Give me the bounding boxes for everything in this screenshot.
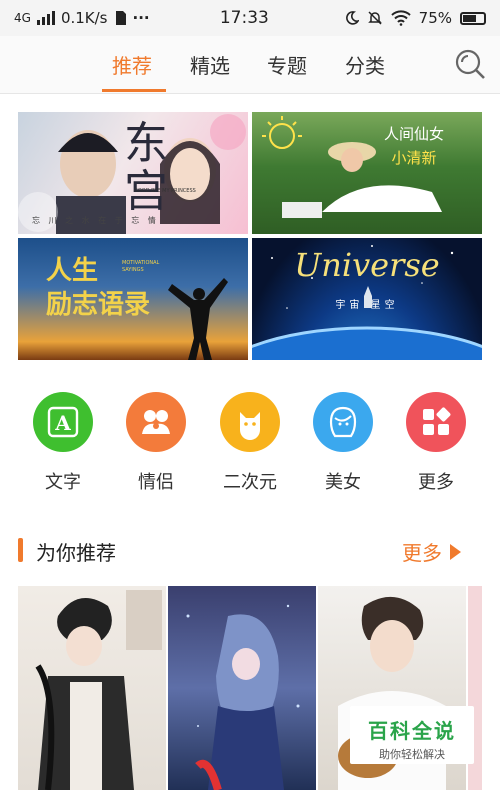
category-label: 文字 bbox=[45, 472, 81, 493]
wallpaper-card[interactable] bbox=[18, 586, 166, 790]
clock: 17:33 bbox=[219, 8, 269, 28]
moon-icon bbox=[345, 11, 359, 25]
silhouette-figure bbox=[168, 278, 228, 360]
wallpaper-card[interactable] bbox=[168, 586, 316, 790]
section-title: 为你推荐 bbox=[36, 541, 116, 565]
watermark-logo: 百科全说 助你轻松解决 bbox=[350, 706, 474, 764]
svg-text:A: A bbox=[54, 411, 71, 435]
banner-eastern-palace[interactable]: 东宫 GOOD BYE MY PRINCESS 忘 川 之 水 在 于 忘 情 bbox=[18, 112, 248, 234]
text-a-icon: A bbox=[33, 392, 93, 452]
anime-girl-art bbox=[186, 604, 300, 790]
couple-icon bbox=[126, 392, 186, 452]
network-speed: 0.1K/s bbox=[60, 9, 108, 27]
arrow-right-icon bbox=[450, 543, 461, 560]
category-label: 二次元 bbox=[223, 472, 277, 493]
top-tab-bar: 推荐 精选 专题 分类 bbox=[0, 36, 500, 94]
sim-icon bbox=[115, 11, 126, 25]
banner-motivational[interactable]: 人生 励志语录 MOTIVATIONAL SAYINGS bbox=[18, 238, 248, 360]
category-more[interactable]: 更多 bbox=[405, 392, 467, 494]
woman-face-icon bbox=[313, 392, 373, 452]
category-label: 美女 bbox=[325, 472, 361, 493]
status-left: 4G 0.1K/s ··· bbox=[14, 9, 204, 27]
banner-english: MOTIVATIONAL SAYINGS bbox=[122, 260, 160, 273]
banner-title: Universe bbox=[294, 246, 440, 284]
category-label: 情侣 bbox=[138, 472, 174, 493]
banner-title: 东宫 bbox=[124, 118, 168, 217]
battery-percent: 75% bbox=[418, 9, 452, 27]
tab-featured[interactable]: 精选 bbox=[190, 50, 230, 79]
wifi-icon bbox=[390, 10, 411, 26]
network-type: 4G bbox=[14, 11, 31, 25]
category-label: 更多 bbox=[418, 472, 454, 493]
category-beauty[interactable]: 美女 bbox=[312, 392, 374, 494]
more-dots: ··· bbox=[132, 9, 150, 27]
banner-line2: 小清新 bbox=[391, 149, 437, 167]
tab-topics[interactable]: 专题 bbox=[267, 50, 307, 79]
tab-recommend[interactable]: 推荐 bbox=[112, 50, 152, 79]
banner-subtitle: 宇宙 星空 bbox=[335, 300, 399, 311]
grid-icon bbox=[406, 392, 466, 452]
active-tab-indicator bbox=[102, 89, 166, 92]
banner-line1: 人间仙女 bbox=[384, 125, 445, 143]
category-text[interactable]: A 文字 bbox=[32, 392, 94, 494]
banner-line2: 励志语录 bbox=[46, 290, 151, 320]
banner-english: GOOD BYE MY PRINCESS bbox=[134, 188, 196, 194]
anime-boy-art bbox=[35, 590, 162, 790]
more-label: 更多 bbox=[402, 541, 442, 565]
search-icon[interactable] bbox=[454, 48, 486, 80]
tab-categories[interactable]: 分类 bbox=[345, 50, 385, 79]
category-anime[interactable]: 二次元 bbox=[219, 392, 281, 494]
section-accent-bar bbox=[18, 538, 23, 562]
status-right: 75% bbox=[345, 9, 486, 27]
watermark-subtitle: 助你轻松解决 bbox=[379, 748, 445, 761]
battery-icon bbox=[460, 11, 486, 25]
banner-universe[interactable]: Universe 宇宙 星空 bbox=[252, 238, 482, 360]
mute-bell-icon bbox=[367, 11, 382, 25]
category-couple[interactable]: 情侣 bbox=[125, 392, 187, 494]
cat-face-icon bbox=[220, 392, 280, 452]
banner-girl-art bbox=[262, 116, 442, 218]
banner-text: 人间仙女 小清新 bbox=[384, 122, 444, 170]
section-more-link[interactable]: 更多 bbox=[402, 537, 461, 566]
watermark-title: 百科全说 bbox=[368, 719, 456, 743]
signal-icon bbox=[36, 11, 55, 25]
banner-fairy[interactable]: 人间仙女 小清新 bbox=[252, 112, 482, 234]
banner-subtitle: 忘 川 之 水 在 于 忘 情 bbox=[32, 216, 159, 225]
status-bar: 4G 0.1K/s ··· 17:33 75% bbox=[0, 0, 500, 36]
